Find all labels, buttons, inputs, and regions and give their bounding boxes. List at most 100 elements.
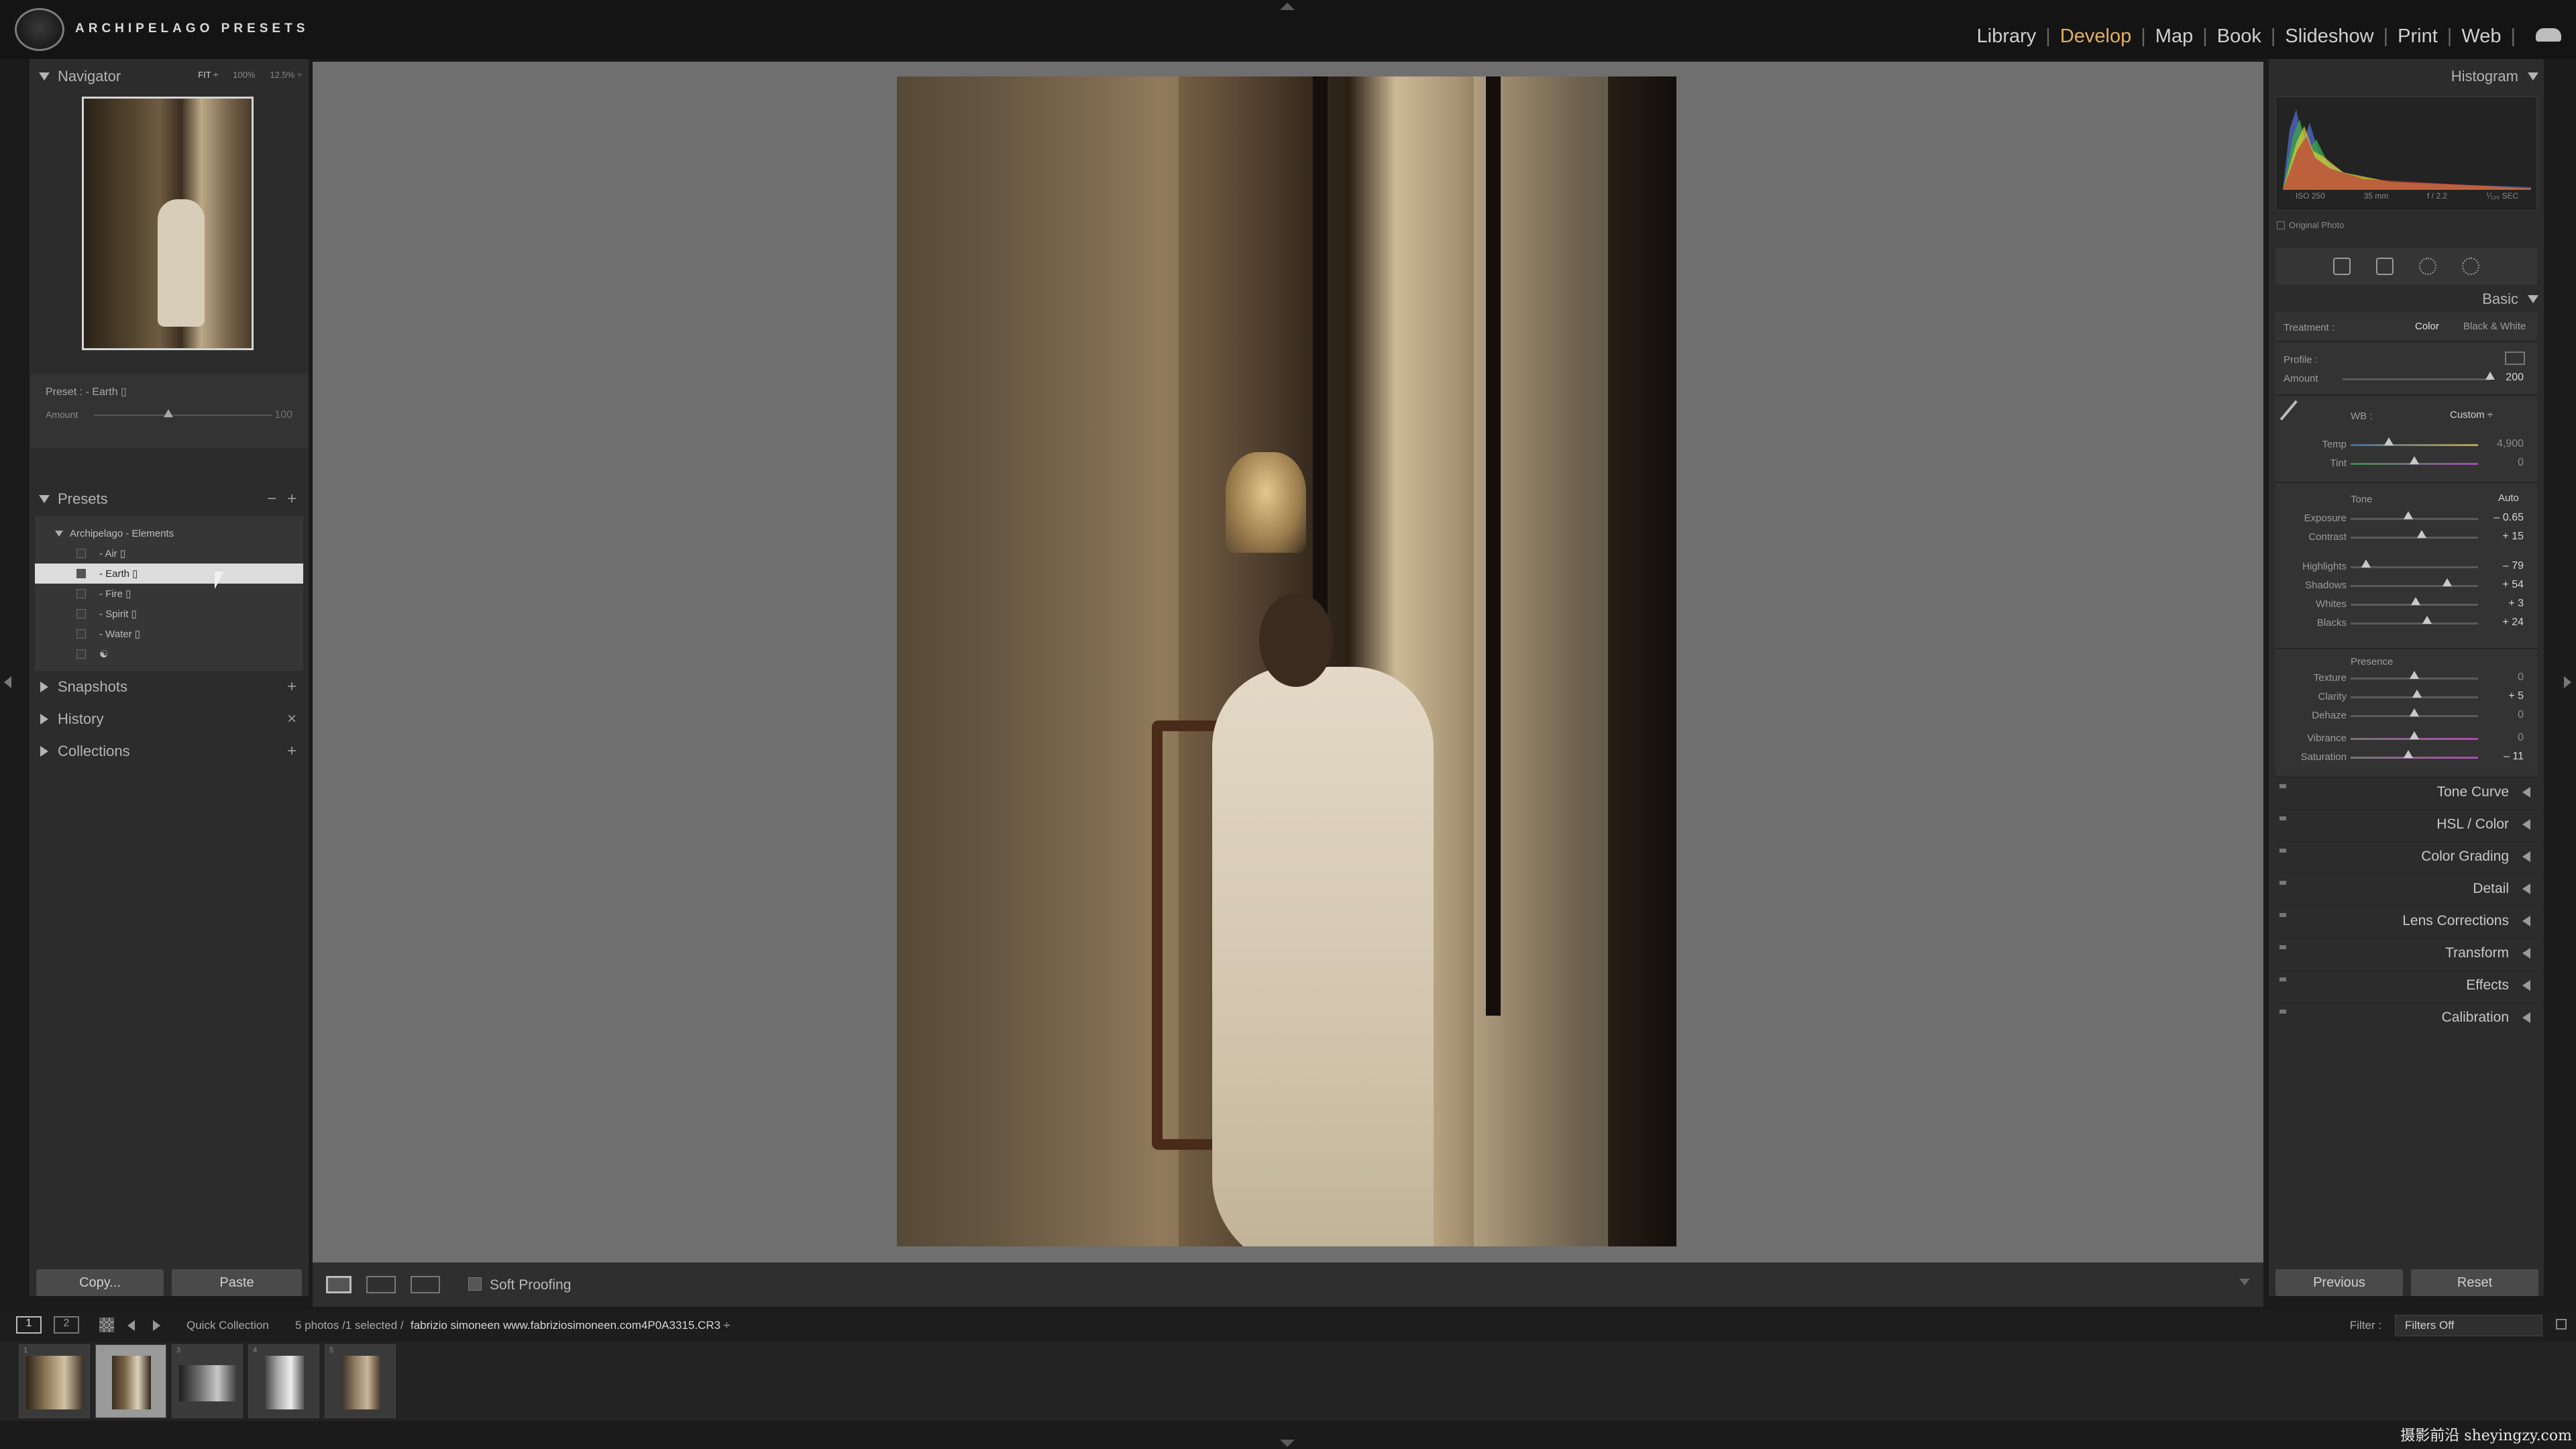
preset-amount-slider-knob[interactable] [164, 409, 173, 417]
preset-item[interactable]: ☯ [35, 644, 303, 664]
slider-knob[interactable] [2410, 731, 2419, 739]
filmstrip-thumbnail[interactable]: 5 [325, 1344, 396, 1418]
module-map[interactable]: Map [2146, 25, 2202, 48]
basic-header[interactable]: Basic [2269, 283, 2548, 315]
snapshots-header[interactable]: Snapshots + [30, 671, 309, 703]
collapse-right-panel-arrow-icon[interactable] [2564, 676, 2571, 688]
slider-value[interactable]: + 3 [2508, 598, 2524, 610]
section-header[interactable]: Lens Corrections [2275, 906, 2537, 935]
filmstrip-thumbnail[interactable]: 1 [19, 1344, 90, 1418]
original-photo-checkbox[interactable] [2277, 221, 2285, 229]
collapse-filmstrip-arrow-icon[interactable] [1280, 1440, 1295, 1447]
slider-knob[interactable] [2361, 559, 2371, 568]
filmstrip-thumbnail[interactable]: 3 [172, 1344, 243, 1418]
masking-tool-icon[interactable] [2462, 258, 2479, 275]
slider-value[interactable]: 0 [2518, 672, 2524, 684]
section-toggle-switch-icon[interactable] [2279, 913, 2286, 917]
wb-select[interactable]: Custom ÷ [2450, 409, 2493, 421]
histogram-header[interactable]: Histogram [2269, 60, 2548, 93]
section-header[interactable]: Detail [2275, 873, 2537, 903]
forward-arrow-icon[interactable] [153, 1320, 160, 1331]
preset-item[interactable]: - Fire ▯ [35, 584, 303, 604]
module-print[interactable]: Print [2388, 25, 2447, 48]
loupe-view-icon[interactable] [326, 1276, 352, 1293]
reset-button[interactable]: Reset [2411, 1269, 2538, 1296]
slider-knob[interactable] [2410, 671, 2419, 679]
profile-browser-icon[interactable] [2505, 352, 2525, 365]
section-toggle-switch-icon[interactable] [2279, 945, 2286, 949]
section-header[interactable]: HSL / Color [2275, 809, 2537, 839]
crop-tool-icon[interactable] [2333, 258, 2351, 275]
slider-knob[interactable] [2410, 708, 2419, 716]
slider-value[interactable]: – 79 [2503, 560, 2524, 572]
slider-value[interactable]: 4,900 [2497, 438, 2524, 450]
adjustment-slider[interactable] [2351, 559, 2478, 568]
grid-view-icon[interactable] [99, 1318, 114, 1332]
adjustment-slider[interactable] [2351, 731, 2478, 740]
adjustment-slider[interactable] [2351, 578, 2478, 587]
collections-header[interactable]: Collections + [30, 735, 309, 767]
original-photo-toggle[interactable]: Original Photo [2277, 220, 2344, 230]
module-develop[interactable]: Develop [2051, 25, 2141, 48]
preset-folder[interactable]: Archipelago - Elements [35, 523, 303, 543]
slider-knob[interactable] [2422, 616, 2432, 624]
secondary-display-button[interactable]: 2 [54, 1316, 79, 1334]
preset-item[interactable]: - Water ▯ [35, 624, 303, 644]
remove-preset-button[interactable]: − [267, 490, 276, 508]
toolbar-options-chevron-icon[interactable] [2239, 1279, 2250, 1285]
add-snapshot-button[interactable]: + [287, 678, 297, 696]
presets-header[interactable]: Presets − + [30, 483, 309, 515]
slider-knob[interactable] [2384, 437, 2394, 445]
red-eye-tool-icon[interactable] [2419, 258, 2436, 275]
slider-value[interactable]: – 11 [2504, 751, 2524, 763]
healing-brush-icon[interactable] [2376, 258, 2394, 275]
profile-amount-slider-knob[interactable] [2485, 372, 2495, 380]
slider-knob[interactable] [2403, 750, 2413, 758]
add-preset-button[interactable]: + [287, 490, 297, 508]
adjustment-slider[interactable] [2351, 437, 2478, 446]
clear-history-button[interactable]: × [287, 710, 297, 729]
adjustment-slider[interactable] [2351, 708, 2478, 717]
slider-value[interactable]: 0 [2518, 732, 2524, 744]
adjustment-slider[interactable] [2351, 671, 2478, 680]
slider-knob[interactable] [2443, 578, 2453, 586]
history-header[interactable]: History × [30, 703, 309, 735]
before-after-split-icon[interactable] [411, 1276, 440, 1293]
adjustment-slider[interactable] [2351, 511, 2478, 520]
section-header[interactable]: Color Grading [2275, 841, 2537, 871]
before-after-view-icon[interactable] [366, 1276, 396, 1293]
source-label[interactable]: Quick Collection [186, 1319, 269, 1332]
zoom-100[interactable]: 100% [233, 70, 255, 80]
profile-amount-slider[interactable] [2343, 372, 2495, 380]
section-toggle-switch-icon[interactable] [2279, 881, 2286, 885]
section-header[interactable]: Tone Curve [2275, 777, 2537, 806]
collapse-top-panel-arrow-icon[interactable] [1280, 3, 1295, 10]
histogram[interactable]: ISO 250 35 mm f / 2.2 ⅟₁₂₅ SEC [2275, 97, 2537, 211]
slider-value[interactable]: + 54 [2502, 579, 2524, 591]
adjustment-slider[interactable] [2351, 690, 2478, 698]
slider-value[interactable]: 0 [2518, 709, 2524, 721]
treatment-color-option[interactable]: Color [2415, 321, 2439, 332]
module-library[interactable]: Library [1968, 25, 2046, 48]
back-arrow-icon[interactable] [127, 1320, 135, 1331]
slider-value[interactable]: 0 [2518, 457, 2524, 469]
paste-settings-button[interactable]: Paste [172, 1269, 302, 1296]
preset-item-selected[interactable]: - Earth ▯ [35, 564, 303, 584]
preset-item[interactable]: - Spirit ▯ [35, 604, 303, 624]
module-book[interactable]: Book [2208, 25, 2271, 48]
main-photo[interactable] [897, 76, 1676, 1246]
filter-select[interactable]: Filters Off [2395, 1315, 2542, 1336]
section-toggle-switch-icon[interactable] [2279, 1010, 2286, 1014]
treatment-bw-option[interactable]: Black & White [2463, 321, 2526, 332]
previous-button[interactable]: Previous [2275, 1269, 2403, 1296]
adjustment-slider[interactable] [2351, 750, 2478, 759]
slider-knob[interactable] [2410, 597, 2420, 605]
section-toggle-switch-icon[interactable] [2279, 977, 2286, 981]
slider-value[interactable]: + 24 [2502, 616, 2524, 629]
preset-item[interactable]: - Air ▯ [35, 543, 303, 564]
filter-lock-icon[interactable] [2556, 1319, 2567, 1330]
soft-proofing-checkbox[interactable] [468, 1277, 482, 1291]
section-toggle-switch-icon[interactable] [2279, 816, 2286, 820]
module-slideshow[interactable]: Slideshow [2275, 25, 2383, 48]
slider-value[interactable]: – 0.65 [2494, 512, 2524, 524]
